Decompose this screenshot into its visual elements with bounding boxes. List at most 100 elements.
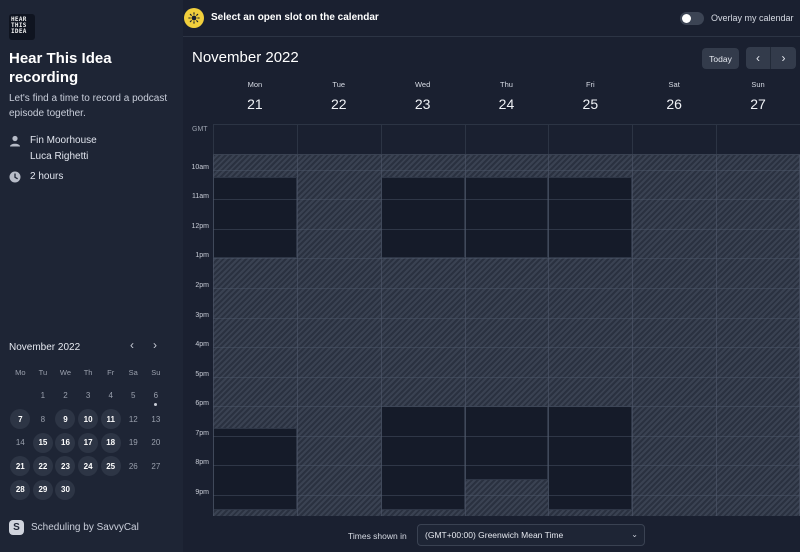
host-name: Fin Moorhouse: [30, 135, 97, 146]
weekday-label: We: [59, 368, 72, 377]
mini-calendar-days: 1 2 3 4 5 6 7 8 9 10 11 12 13 14 15 16 17 18 19 20 21 22 23 24 2…: [9, 384, 167, 502]
hour-label: 11am: [192, 193, 209, 201]
day-number: 15: [32, 432, 53, 453]
day-number: 2: [63, 391, 68, 401]
day-name: Mon: [247, 80, 263, 89]
day-number: 22: [32, 456, 53, 477]
mini-calendar-day[interactable]: 17: [77, 431, 100, 455]
mini-calendar-day[interactable]: 9: [54, 408, 77, 432]
day-number: 30: [55, 479, 76, 500]
hour-gridline: [213, 347, 800, 349]
day-number: 3: [85, 391, 91, 401]
mini-calendar-day[interactable]: 29: [32, 478, 55, 502]
day-number: 23: [55, 456, 76, 477]
hour-gridline: [213, 169, 800, 171]
mini-calendar-day[interactable]: 30: [54, 478, 77, 502]
all-day-divider: [296, 125, 298, 155]
mini-calendar-day[interactable]: 7: [9, 408, 32, 432]
open-time-slot[interactable]: [213, 428, 297, 510]
day-header: Tue 22: [297, 80, 381, 124]
next-week-button[interactable]: ›: [771, 47, 796, 69]
mini-calendar-day[interactable]: 10: [77, 408, 100, 432]
chevron-right-icon[interactable]: ›: [148, 337, 162, 353]
day-column-divider: [632, 155, 634, 517]
weekday-label: Su: [151, 368, 161, 377]
open-time-slot[interactable]: [213, 177, 297, 259]
mini-calendar-day[interactable]: 25: [99, 455, 122, 479]
mini-calendar-day[interactable]: 28: [9, 478, 32, 502]
day-number: 6: [153, 391, 159, 401]
day-number: 9: [55, 409, 76, 430]
sun-icon: [184, 8, 204, 28]
hour-gridline: [213, 199, 800, 201]
mini-calendar-day: 26: [122, 455, 145, 479]
mini-calendar-day[interactable]: 18: [99, 431, 122, 455]
day-header: Wed 23: [381, 80, 465, 124]
day-column-divider: [213, 155, 214, 517]
day-number: 16: [55, 432, 76, 453]
instruction-text: Select an open slot on the calendar: [211, 12, 379, 23]
day-number: 28: [10, 479, 31, 500]
day-name: Thu: [499, 80, 513, 89]
day-header: Sat 26: [632, 80, 716, 124]
day-number: 26: [128, 461, 138, 471]
branding-text: Scheduling by SavvyCal: [31, 522, 139, 533]
overlay-calendar-label[interactable]: Overlay my calendar: [711, 13, 794, 23]
day-number: 21: [10, 456, 31, 477]
mini-calendar-day[interactable]: 23: [54, 455, 77, 479]
today-button[interactable]: Today: [702, 48, 739, 69]
day-headers: Mon 21 Tue 22 Wed 23 Thu 24 Fri 25 Sat 26 Sun 27: [213, 80, 800, 124]
week-navigation: ‹ ›: [746, 47, 796, 69]
weekday-label: Th: [83, 368, 93, 377]
mini-calendar-day: 2: [54, 384, 77, 408]
branding[interactable]: S Scheduling by SavvyCal: [9, 520, 139, 535]
hour-label: 12pm: [191, 222, 209, 230]
day-number: 22: [330, 96, 347, 112]
mini-calendar-day[interactable]: 11: [99, 408, 122, 432]
timezone-prefix: Times shown in: [348, 531, 407, 541]
day-number: 5: [131, 391, 136, 401]
day-header: Sun 27: [716, 80, 800, 124]
mini-calendar-day[interactable]: 15: [32, 431, 55, 455]
day-number: 13: [151, 414, 161, 424]
day-number: 24: [498, 96, 515, 112]
open-time-slot[interactable]: [464, 406, 549, 481]
all-day-divider: [548, 125, 550, 155]
day-header: Thu 24: [465, 80, 549, 124]
scheduling-app: HEAR THIS IDEA Hear This Idea recording Le…: [0, 0, 800, 552]
mini-calendar-day: 19: [122, 431, 145, 455]
timezone-value: (GMT+00:00) Greenwich Mean Time: [425, 530, 564, 540]
day-number: 27: [151, 461, 161, 471]
open-time-slot[interactable]: [548, 177, 633, 259]
overlay-calendar-toggle[interactable]: [680, 12, 704, 25]
day-number: 14: [15, 438, 25, 448]
mini-calendar-day: 3: [77, 384, 100, 408]
mini-calendar-day[interactable]: 21: [9, 455, 32, 479]
day-header: Mon 21: [213, 80, 297, 124]
mini-calendar-month: November 2022: [9, 342, 81, 353]
mini-calendar-day[interactable]: 16: [54, 431, 77, 455]
previous-week-button[interactable]: ‹: [746, 47, 771, 69]
mini-calendar-day[interactable]: 22: [32, 455, 55, 479]
mini-calendar-day: 13: [145, 408, 168, 432]
mini-calendar-day: 1: [32, 384, 55, 408]
hour-label: 8pm: [195, 459, 209, 467]
footer: Times shown in (GMT+00:00) Greenwich Mea…: [183, 516, 800, 552]
hour-gridline: [213, 435, 800, 437]
day-number: 25: [582, 96, 599, 112]
sidebar: HEAR THIS IDEA Hear This Idea recording Le…: [0, 0, 183, 552]
chevron-left-icon[interactable]: ‹: [125, 337, 139, 353]
mini-calendar-day[interactable]: 24: [77, 455, 100, 479]
timezone-short-label: GMT: [192, 126, 208, 133]
day-name: Wed: [414, 80, 431, 89]
timezone-select[interactable]: (GMT+00:00) Greenwich Mean Time ⌄: [417, 524, 645, 546]
day-number: 29: [32, 479, 53, 500]
chevron-down-icon: ⌄: [631, 530, 638, 539]
open-time-slot[interactable]: [464, 177, 549, 259]
clock-icon: [9, 171, 21, 183]
day-number: 27: [750, 96, 766, 112]
open-time-slot[interactable]: [380, 177, 465, 259]
day-column-divider: [380, 155, 382, 517]
mini-calendar-day: 8: [32, 408, 55, 432]
day-column-divider: [548, 155, 550, 517]
